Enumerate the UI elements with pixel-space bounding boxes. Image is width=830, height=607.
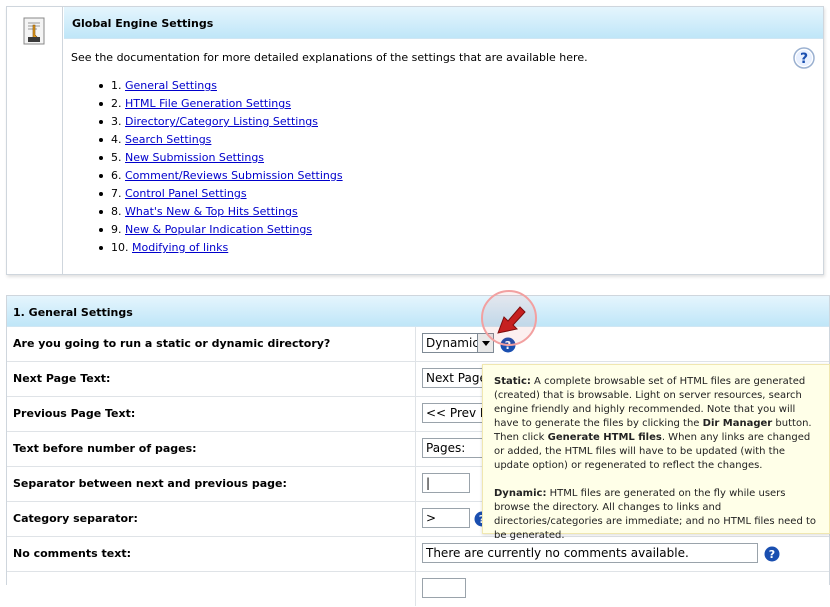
partial-input[interactable] bbox=[422, 578, 466, 598]
svg-text:?: ? bbox=[800, 51, 808, 67]
row-label: Category separator: bbox=[13, 512, 138, 525]
panel-intro: See the documentation for more detailed … bbox=[71, 51, 588, 64]
list-item: 6. Comment/Reviews Submission Settings bbox=[99, 168, 343, 186]
link-whats-new-top-hits-settings[interactable]: What's New & Top Hits Settings bbox=[125, 205, 298, 218]
panel-sidebar bbox=[7, 7, 63, 274]
list-item: 9. New & Popular Indication Settings bbox=[99, 222, 343, 240]
pages-prefix-text-input[interactable]: Pages: bbox=[422, 438, 488, 458]
link-html-file-generation-settings[interactable]: HTML File Generation Settings bbox=[125, 97, 291, 110]
list-item: 4. Search Settings bbox=[99, 132, 343, 150]
row-label: Are you going to run a static or dynamic… bbox=[13, 337, 331, 350]
list-item: 3. Directory/Category Listing Settings bbox=[99, 114, 343, 132]
settings-links-list: 1. General Settings 2. HTML File Generat… bbox=[99, 78, 343, 258]
page-separator-input[interactable]: | bbox=[422, 473, 470, 493]
list-item: 5. New Submission Settings bbox=[99, 150, 343, 168]
table-row bbox=[7, 572, 829, 607]
row-value: Dynamic ? bbox=[415, 327, 829, 361]
help-question-icon[interactable]: ? bbox=[764, 546, 780, 562]
next-page-text-input[interactable]: Next Page bbox=[422, 368, 488, 388]
row-label: Text before number of pages: bbox=[13, 442, 197, 455]
category-separator-input[interactable]: > bbox=[422, 508, 470, 528]
global-settings-panel: Global Engine Settings See the documenta… bbox=[6, 6, 824, 275]
tooltip-dynamic-paragraph: Dynamic: HTML files are generated on the… bbox=[494, 488, 817, 541]
previous-page-text-input[interactable]: << Prev P bbox=[422, 403, 488, 423]
link-new-popular-indication-settings[interactable]: New & Popular Indication Settings bbox=[125, 223, 312, 236]
link-comment-reviews-submission-settings[interactable]: Comment/Reviews Submission Settings bbox=[125, 169, 343, 182]
help-question-icon[interactable]: ? bbox=[793, 47, 815, 69]
list-item: 2. HTML File Generation Settings bbox=[99, 96, 343, 114]
red-arrow-pointer-icon bbox=[481, 290, 537, 346]
no-comments-text-input[interactable]: There are currently no comments availabl… bbox=[422, 543, 758, 563]
link-general-settings[interactable]: General Settings bbox=[125, 79, 217, 92]
row-label: Previous Page Text: bbox=[13, 407, 136, 420]
link-directory-category-listing-settings[interactable]: Directory/Category Listing Settings bbox=[125, 115, 318, 128]
tooltip-static-paragraph: Static: A complete browsable set of HTML… bbox=[494, 376, 812, 471]
table-row: Are you going to run a static or dynamic… bbox=[7, 327, 829, 362]
list-item: 8. What's New & Top Hits Settings bbox=[99, 204, 343, 222]
section-header: 1. General Settings bbox=[7, 296, 829, 327]
list-item: 1. General Settings bbox=[99, 78, 343, 96]
panel-title: Global Engine Settings bbox=[64, 7, 823, 39]
row-label: Separator between next and previous page… bbox=[13, 477, 287, 490]
link-control-panel-settings[interactable]: Control Panel Settings bbox=[125, 187, 247, 200]
row-value bbox=[415, 572, 829, 606]
row-label bbox=[13, 572, 413, 606]
list-item: 7. Control Panel Settings bbox=[99, 186, 343, 204]
svg-text:?: ? bbox=[769, 548, 775, 561]
link-new-submission-settings[interactable]: New Submission Settings bbox=[125, 151, 264, 164]
link-modifying-of-links[interactable]: Modifying of links bbox=[132, 241, 228, 254]
help-tooltip: Static: A complete browsable set of HTML… bbox=[482, 364, 830, 541]
row-label: No comments text: bbox=[13, 547, 131, 560]
link-search-settings[interactable]: Search Settings bbox=[125, 133, 211, 146]
list-item: 10. Modifying of links bbox=[99, 240, 343, 258]
row-label: Next Page Text: bbox=[13, 372, 111, 385]
document-icon bbox=[23, 17, 45, 45]
